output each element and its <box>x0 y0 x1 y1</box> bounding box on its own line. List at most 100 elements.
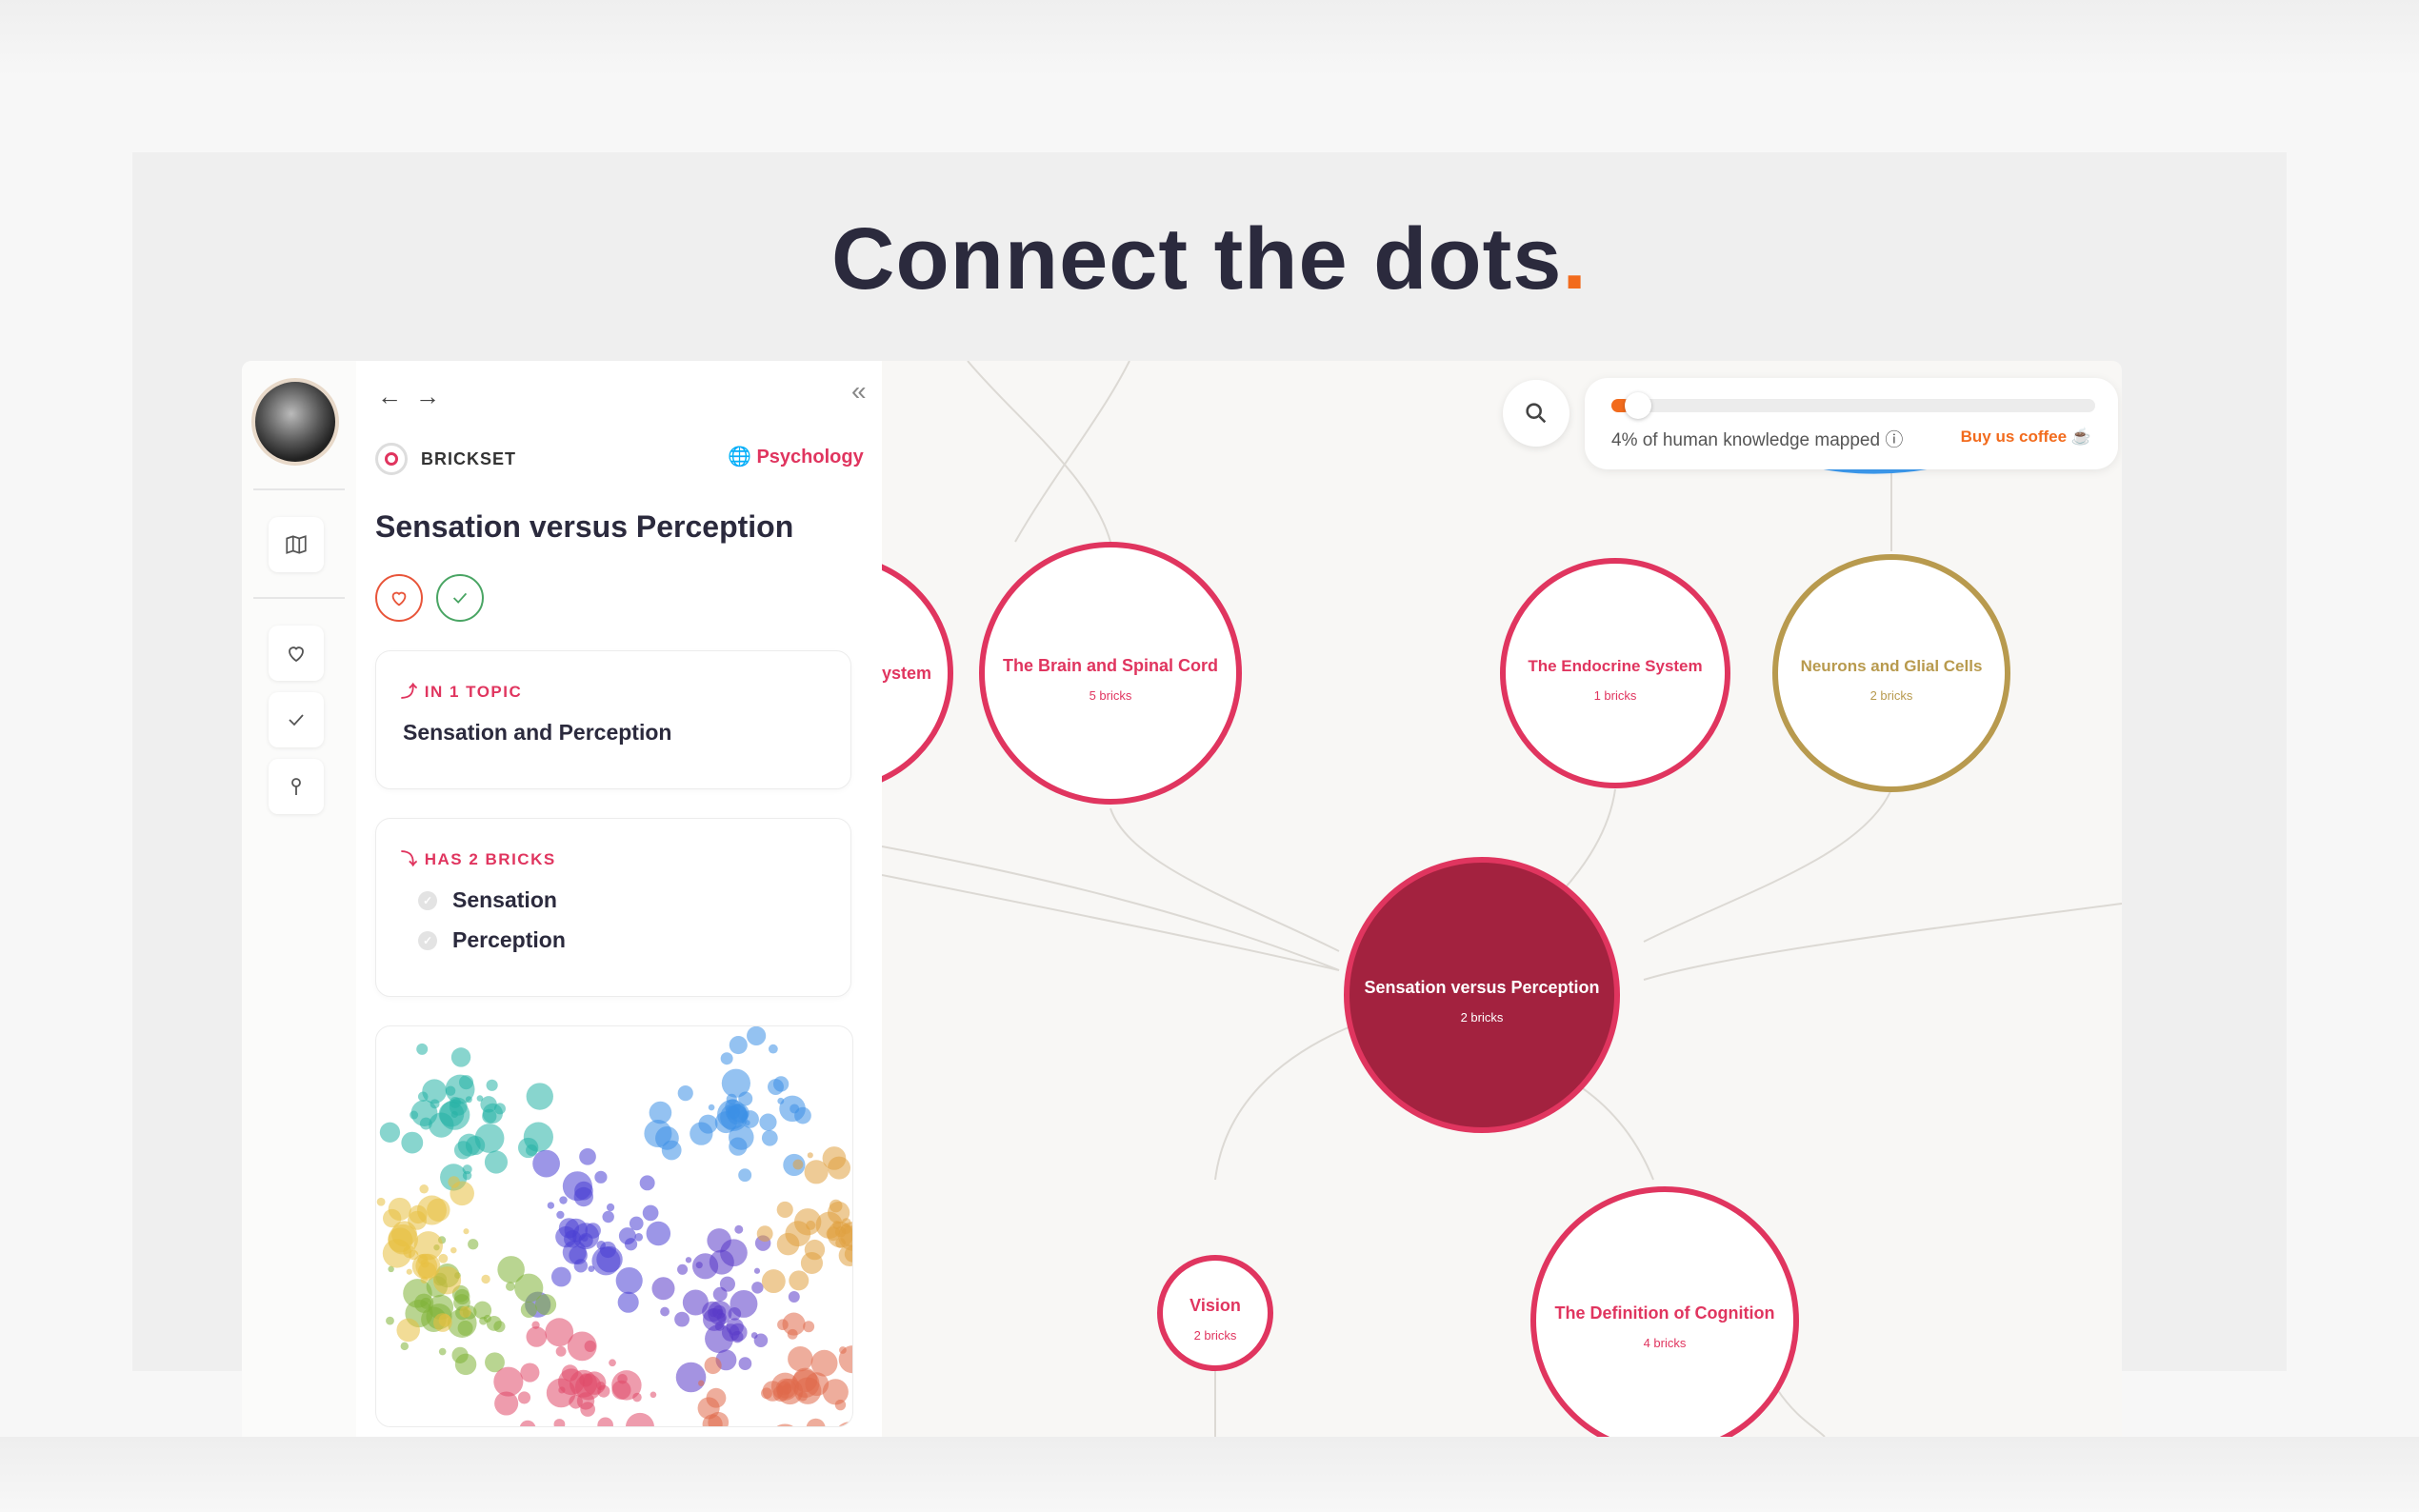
bubble <box>547 1202 555 1209</box>
graph-node[interactable]: The Brain and Spinal Cord 5 bricks <box>979 542 1242 805</box>
bubble <box>642 1204 659 1222</box>
forward-button[interactable]: → <box>415 382 453 410</box>
headline-text: Connect the dots <box>831 210 1563 308</box>
bubble <box>634 1233 644 1242</box>
graph-node[interactable]: Vision 2 bricks <box>1157 1255 1273 1371</box>
bubble <box>777 1319 789 1331</box>
bubble <box>729 1036 748 1055</box>
bubble <box>411 1253 438 1280</box>
bubble <box>629 1216 644 1231</box>
bubble <box>625 1412 654 1426</box>
favorites-button[interactable] <box>269 626 324 681</box>
progress-track <box>1611 392 2095 419</box>
bubble <box>806 1220 816 1230</box>
bubble <box>632 1392 642 1403</box>
bubble <box>520 1363 540 1383</box>
bubble <box>388 1224 418 1255</box>
bubble <box>761 1129 778 1146</box>
map-button[interactable] <box>269 517 324 572</box>
bubble <box>792 1159 804 1170</box>
bubble <box>759 1113 777 1131</box>
bubble <box>738 1091 753 1106</box>
bubble <box>450 1047 471 1067</box>
graph-node[interactable]: ystem <box>715 554 953 792</box>
bubble <box>416 1043 429 1055</box>
collapse-panel-button[interactable]: « <box>851 376 867 407</box>
bubble <box>675 1362 707 1393</box>
bubble <box>776 1423 793 1426</box>
brick-item[interactable]: ✓ Sensation <box>418 887 557 913</box>
buy-coffee-link[interactable]: Buy us coffee ☕ <box>1961 428 2091 447</box>
bubble <box>438 1101 465 1127</box>
bubble <box>476 1095 484 1102</box>
graph-node-title: The Definition of Cognition <box>1555 1303 1775 1323</box>
completed-button[interactable] <box>269 692 324 747</box>
avatar[interactable] <box>251 378 339 466</box>
favorite-button[interactable] <box>375 574 423 622</box>
graph-node[interactable]: Sensation versus Perception 2 bricks <box>1344 857 1620 1133</box>
graph-node-subtitle: 2 bricks <box>1461 1010 1504 1025</box>
bubble <box>709 1308 718 1318</box>
bubble <box>438 1347 447 1356</box>
bubble <box>753 1333 769 1348</box>
bubble <box>479 1316 488 1325</box>
bubble <box>526 1326 548 1347</box>
app-window: ←→ « BRICKSET 🌐 Psychology Sensation ver… <box>242 361 2122 1437</box>
graph-node[interactable]: The Endocrine System 1 bricks <box>1500 558 1730 788</box>
bubble <box>406 1268 412 1275</box>
bubble <box>741 1110 759 1128</box>
heart-icon <box>289 647 304 663</box>
brick-item[interactable]: ✓ Perception <box>418 927 566 953</box>
bubble <box>579 1147 596 1165</box>
bubble <box>419 1184 429 1194</box>
back-button[interactable]: ← <box>377 382 415 410</box>
bubble <box>602 1210 614 1224</box>
bubble <box>465 1096 472 1104</box>
bubble <box>788 1345 813 1372</box>
bubble <box>677 1263 689 1275</box>
knowledge-graph[interactable]: ystem The Brain and Spinal Cord 5 bricks Th… <box>715 361 2122 1437</box>
heart-icon <box>391 591 407 607</box>
bubble <box>751 1282 764 1294</box>
rail-divider <box>253 597 345 599</box>
bubble <box>651 1277 675 1301</box>
progress-label: 4% of human knowledge mapped ⓘ <box>1611 430 1904 450</box>
arrow-up-icon: ⤴ <box>401 683 419 701</box>
graph-edge <box>967 361 1111 543</box>
bubble <box>433 1313 452 1332</box>
bubble <box>427 1198 450 1222</box>
bubble <box>606 1203 615 1212</box>
bubble <box>594 1170 608 1184</box>
bubble <box>730 1289 758 1318</box>
map-icon <box>286 535 307 554</box>
bubble <box>695 1262 703 1269</box>
bubble <box>646 1221 671 1246</box>
bubble <box>526 1083 553 1110</box>
bubble <box>379 1122 401 1143</box>
pinned-button[interactable] <box>269 759 324 814</box>
bubble <box>639 1175 655 1191</box>
bubble <box>720 1239 748 1267</box>
mark-complete-button[interactable] <box>436 574 484 622</box>
bubble <box>714 1111 737 1134</box>
bubble <box>550 1266 571 1287</box>
bubble <box>747 1026 767 1046</box>
search-button[interactable] <box>1503 380 1569 447</box>
history-nav: ←→ <box>377 382 453 411</box>
topic-link[interactable]: Sensation and Perception <box>403 720 671 746</box>
bubble <box>448 1176 460 1188</box>
bubble <box>555 1345 567 1357</box>
graph-node-subtitle: 5 bricks <box>1090 688 1132 703</box>
topic-card: ⤴ IN 1 TOPIC Sensation and Perception <box>375 650 851 789</box>
graph-node[interactable]: The Definition of Cognition 4 bricks <box>1530 1186 1799 1437</box>
bubble <box>505 1282 515 1291</box>
progress-widget: 4% of human knowledge mapped ⓘ Buy us co… <box>1585 378 2118 469</box>
graph-node[interactable]: Neurons and Glial Cells 2 bricks <box>1772 554 2010 792</box>
bubble <box>572 1223 600 1250</box>
info-icon[interactable]: ⓘ <box>1885 430 1903 450</box>
pin-icon <box>291 778 301 795</box>
subject-link[interactable]: 🌐 Psychology <box>728 445 864 468</box>
bottom-fade <box>0 1437 2419 1512</box>
bubble <box>712 1286 728 1302</box>
bubble <box>556 1210 565 1220</box>
